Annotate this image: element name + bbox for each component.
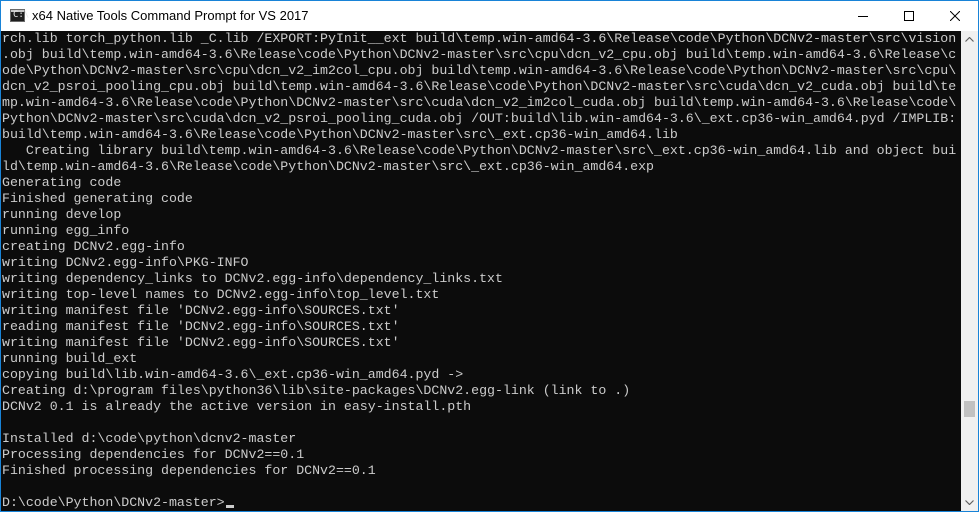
console-line: running develop: [2, 207, 122, 222]
console-line: creating DCNv2.egg-info: [2, 239, 185, 254]
console-line: Generating code: [2, 175, 122, 190]
command-prompt-icon[interactable]: C:\: [10, 9, 29, 22]
console-line: build\temp.win-amd64-3.6\Release\code\Py…: [2, 127, 678, 142]
close-icon: [950, 11, 960, 21]
maximize-icon: [904, 11, 914, 21]
scrollbar-thumb[interactable]: [964, 401, 975, 417]
window-title: x64 Native Tools Command Prompt for VS 2…: [32, 8, 309, 23]
console-line: copying build\lib.win-amd64-3.6\_ext.cp3…: [2, 367, 464, 382]
console-line: writing top-level names to DCNv2.egg-inf…: [2, 287, 440, 302]
scroll-down-button[interactable]: [961, 494, 978, 511]
minimize-icon: [858, 16, 868, 17]
console-line: Python\DCNv2-master\src\cuda\dcn_v2_psro…: [2, 111, 957, 126]
console-line: Finished processing dependencies for DCN…: [2, 463, 376, 478]
console-output[interactable]: rch.lib torch_python.lib _C.lib /EXPORT:…: [1, 31, 961, 511]
console-line: writing dependency_links to DCNv2.egg-in…: [2, 271, 503, 286]
console-line: writing DCNv2.egg-info\PKG-INFO: [2, 255, 249, 270]
console-line: ld\temp.win-amd64-3.6\Release\code\Pytho…: [2, 159, 655, 174]
console-line: mp.win-amd64-3.6\Release\code\Python\DCN…: [2, 95, 957, 110]
minimize-button[interactable]: [840, 1, 886, 31]
console-line: ode\Python\DCNv2-master\src\cpu\dcn_v2_i…: [2, 63, 957, 78]
maximize-button[interactable]: [886, 1, 932, 31]
command-prompt-line: D:\code\Python\DCNv2-master>: [2, 495, 234, 511]
console-line: running egg_info: [2, 223, 130, 238]
console-line: Creating library build\temp.win-amd64-3.…: [2, 143, 957, 158]
console-line: Processing dependencies for DCNv2==0.1: [2, 447, 305, 462]
close-button[interactable]: [932, 1, 978, 31]
console-line: dcn_v2_psroi_pooling_cpu.obj build\temp.…: [2, 79, 957, 94]
console-line: rch.lib torch_python.lib _C.lib /EXPORT:…: [2, 31, 957, 46]
console-line: .obj build\temp.win-amd64-3.6\Release\co…: [2, 47, 957, 62]
console-window: C:\ x64 Native Tools Command Prompt for …: [0, 0, 979, 512]
title-bar[interactable]: C:\ x64 Native Tools Command Prompt for …: [1, 1, 978, 31]
console-line: reading manifest file 'DCNv2.egg-info\SO…: [2, 319, 400, 334]
console-line: running build_ext: [2, 351, 138, 366]
console-line: writing manifest file 'DCNv2.egg-info\SO…: [2, 303, 400, 318]
console-line: Installed d:\code\python\dcnv2-master: [2, 431, 297, 446]
console-line: Creating d:\program files\python36\lib\s…: [2, 383, 631, 398]
scroll-up-button[interactable]: [961, 31, 978, 48]
vertical-scrollbar[interactable]: [961, 31, 978, 511]
chevron-up-icon: [965, 37, 974, 42]
console-line: writing manifest file 'DCNv2.egg-info\SO…: [2, 335, 400, 350]
chevron-down-icon: [965, 500, 974, 505]
console-line: DCNv2 0.1 is already the active version …: [2, 399, 472, 414]
console-line: Finished generating code: [2, 191, 193, 206]
text-cursor: [225, 505, 234, 508]
